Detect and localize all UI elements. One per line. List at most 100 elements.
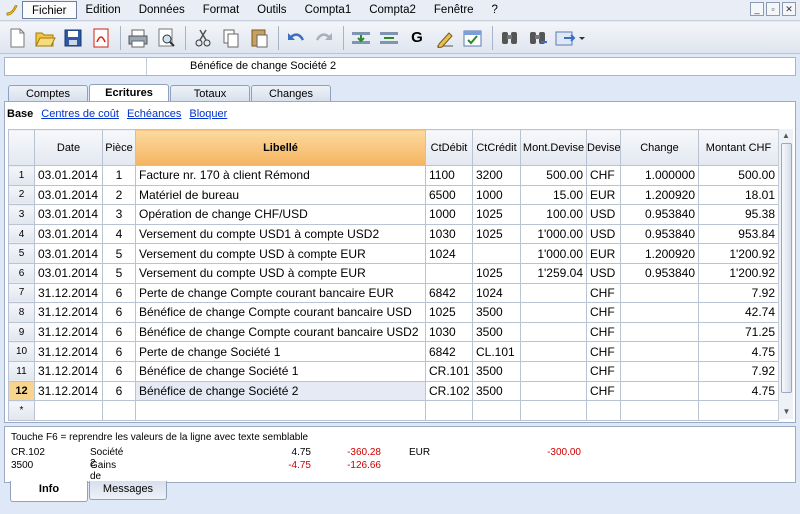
cell-devise[interactable]: EUR [586,243,621,264]
menu-fenetre[interactable]: Fenêtre [425,1,483,19]
cell-change[interactable] [620,282,699,304]
cell-ctcredit[interactable]: 1024 [472,282,521,304]
cell-date[interactable]: 31.12.2014 [34,380,103,402]
scroll-up-icon[interactable]: ▲ [779,129,793,143]
cell-ctcredit[interactable]: 1025 [472,223,521,245]
cell-montant-chf[interactable]: 953.84 [698,223,779,245]
cell-change[interactable]: 1.000000 [620,165,699,186]
row-number[interactable]: 1 [8,165,35,186]
cell-mont-devise[interactable] [520,302,587,323]
cell-piece[interactable]: 6 [102,321,136,343]
cell-ctdebit[interactable]: 6842 [425,282,473,304]
edit-icon[interactable] [432,25,458,51]
cell-libelle[interactable]: Versement du compte USD1 à compte USD2 [135,223,426,245]
cell-mont-devise[interactable] [520,360,587,382]
cell-libelle[interactable]: Perte de change Compte courant bancaire … [135,282,426,304]
save-icon[interactable] [60,25,86,51]
table-row[interactable]: 9 31.12.2014 6 Bénéfice de change Compte… [8,321,779,343]
cell-date[interactable]: 03.01.2014 [34,243,103,264]
cell-libelle[interactable]: Facture nr. 170 à client Rémond [135,165,426,186]
cell-montant-chf[interactable]: 18.01 [698,184,779,206]
table-row[interactable]: 11 31.12.2014 6 Bénéfice de change Socié… [8,360,779,382]
paste-icon[interactable] [246,25,272,51]
cell-ctcredit[interactable]: 3500 [472,302,521,323]
col-montant-chf[interactable]: Montant CHF [698,129,779,166]
table-row[interactable]: 1 03.01.2014 1 Facture nr. 170 à client … [8,165,779,186]
menu-edition[interactable]: Edition [77,1,130,19]
cell-date[interactable]: 31.12.2014 [34,302,103,323]
cell-montant-chf[interactable] [698,400,779,421]
cell-piece[interactable]: 6 [102,341,136,362]
row-number[interactable]: 12 [8,380,35,402]
cell-date[interactable]: 03.01.2014 [34,223,103,245]
cell-ctdebit[interactable]: 1030 [425,321,473,343]
cell-ctcredit[interactable]: CL.101 [472,341,521,362]
table-row[interactable]: 6 03.01.2014 5 Versement du compte USD à… [8,262,779,284]
cell-montant-chf[interactable]: 1'200.92 [698,262,779,284]
view-bloquer[interactable]: Bloquer [189,108,227,120]
cell-date[interactable]: 31.12.2014 [34,360,103,382]
row-number[interactable]: 7 [8,282,35,304]
tab-changes[interactable]: Changes [251,85,331,102]
cell-ctdebit[interactable]: CR.101 [425,360,473,382]
cell-mont-devise[interactable]: 100.00 [520,204,587,225]
cell-change[interactable] [620,302,699,323]
cell-change[interactable]: 1.200920 [620,184,699,206]
cell-change[interactable]: 1.200920 [620,243,699,264]
cell-ctdebit[interactable]: CR.102 [425,380,473,402]
cell-mont-devise[interactable] [520,321,587,343]
cell-devise[interactable]: USD [586,223,621,245]
close-button[interactable]: ✕ [782,2,796,16]
cell-mont-devise[interactable]: 1'000.00 [520,243,587,264]
cell-ctdebit[interactable]: 6842 [425,341,473,362]
restore-button[interactable]: ▫ [766,2,780,16]
minimize-button[interactable]: _ [750,2,764,16]
cell-libelle[interactable]: Bénéfice de change Société 1 [135,360,426,382]
cell-mont-devise[interactable] [520,380,587,402]
cell-piece[interactable]: 4 [102,223,136,245]
menu-format[interactable]: Format [194,1,248,19]
cell-devise[interactable]: CHF [586,282,621,304]
cell-content-field[interactable]: Bénéfice de change Société 2 [147,58,336,75]
cell-date[interactable]: 03.01.2014 [34,165,103,186]
menu-help[interactable]: ? [483,1,507,19]
row-number[interactable]: 10 [8,341,35,362]
cell-ctdebit[interactable]: 1000 [425,204,473,225]
table-row[interactable]: 2 03.01.2014 2 Matériel de bureau 6500 1… [8,184,779,206]
cell-devise[interactable]: CHF [586,341,621,362]
cell-piece[interactable] [102,400,136,421]
cell-devise[interactable] [586,400,621,421]
cell-ctdebit[interactable] [425,400,473,421]
view-echeances[interactable]: Echéances [127,108,181,120]
copy-icon[interactable] [218,25,244,51]
open-icon[interactable] [32,25,58,51]
cell-mont-devise[interactable] [520,341,587,362]
tab-messages[interactable]: Messages [89,481,167,500]
undo-icon[interactable] [283,25,309,51]
cell-change[interactable]: 0.953840 [620,223,699,245]
cut-icon[interactable] [190,25,216,51]
cell-montant-chf[interactable]: 7.92 [698,360,779,382]
tab-comptes[interactable]: Comptes [8,85,88,102]
cell-date[interactable]: 03.01.2014 [34,184,103,206]
cell-ctcredit[interactable]: 1025 [472,204,521,225]
vertical-scrollbar[interactable]: ▲ ▼ [778,129,793,419]
cell-change[interactable] [620,341,699,362]
menu-donnees[interactable]: Données [130,1,194,19]
cell-mont-devise[interactable]: 500.00 [520,165,587,186]
cell-date[interactable]: 03.01.2014 [34,262,103,284]
search-icon[interactable] [497,25,523,51]
table-row[interactable]: 8 31.12.2014 6 Bénéfice de change Compte… [8,302,779,323]
pdf-icon[interactable] [88,25,114,51]
cell-devise[interactable]: USD [586,262,621,284]
row-number[interactable]: 2 [8,184,35,206]
cell-piece[interactable]: 1 [102,165,136,186]
cell-piece[interactable]: 5 [102,262,136,284]
cell-libelle[interactable]: Bénéfice de change Société 2 [135,380,426,402]
cell-ctcredit[interactable]: 3500 [472,321,521,343]
cell-ctdebit[interactable]: 6500 [425,184,473,206]
cell-ctdebit[interactable]: 1100 [425,165,473,186]
cell-libelle[interactable]: Bénéfice de change Compte courant bancai… [135,302,426,323]
cell-ctdebit[interactable]: 1030 [425,223,473,245]
cell-mont-devise[interactable]: 1'259.04 [520,262,587,284]
